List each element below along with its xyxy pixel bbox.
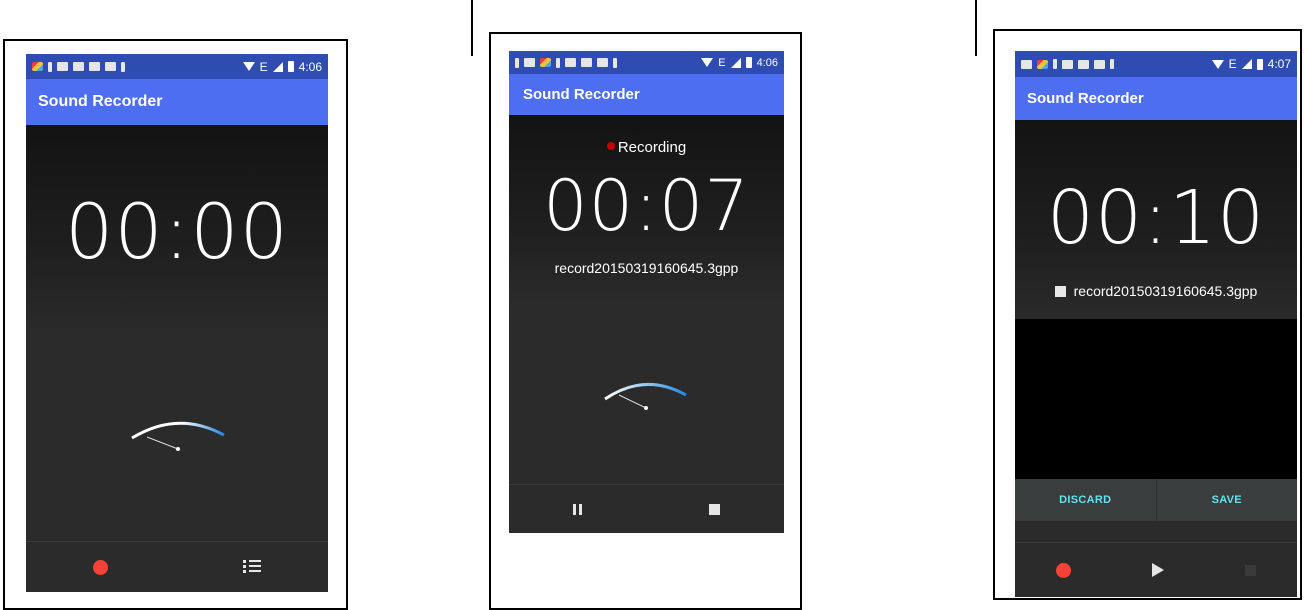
gmail-icon	[1078, 59, 1089, 69]
app-bar: Sound Recorder	[26, 79, 328, 125]
status-time: 4:06	[756, 56, 778, 69]
action-row: DISCARD SAVE	[1015, 479, 1297, 521]
empty-area	[1015, 319, 1297, 479]
record-button[interactable]	[1055, 562, 1071, 578]
usb-icon	[1053, 59, 1057, 69]
connector-line	[471, 0, 473, 56]
image-notification-icon	[1021, 59, 1032, 69]
status-notification-icons	[32, 61, 125, 72]
battery-icon	[287, 61, 294, 72]
level-meter	[131, 421, 225, 451]
message-icon	[1094, 59, 1105, 69]
discard-button[interactable]: DISCARD	[1015, 479, 1156, 521]
connector-line	[975, 0, 977, 56]
status-time: 4:07	[1267, 57, 1291, 71]
message-icon	[597, 58, 608, 67]
status-bar: E 4:06	[26, 54, 328, 79]
bottom-controls	[26, 541, 328, 592]
photos-notification-icon	[540, 58, 551, 67]
status-notification-icons	[1021, 59, 1114, 69]
timer-display: 00:07	[543, 165, 750, 247]
app-title: Sound Recorder	[523, 86, 640, 103]
screen2-frame: E 4:06 Sound Recorder Recording 00:07 re…	[489, 32, 802, 610]
recording-status-label: Recording	[617, 139, 687, 156]
wifi-icon	[242, 62, 255, 71]
recording-status: Recording	[509, 139, 784, 156]
status-time: 4:06	[298, 59, 322, 74]
app-bar: Sound Recorder	[1015, 77, 1297, 120]
network-type: E	[1228, 57, 1237, 71]
battery-icon	[1256, 58, 1263, 70]
app-title: Sound Recorder	[38, 93, 163, 110]
recording-indicator-icon	[606, 142, 615, 151]
status-system-icons: E 4:07	[1211, 57, 1291, 71]
timer-panel: 00:00	[26, 125, 328, 328]
screen3-phone: E 4:07 Sound Recorder 00:10 record201503…	[1015, 51, 1297, 597]
level-meter-pivot	[176, 447, 180, 451]
stop-button[interactable]	[1245, 564, 1257, 576]
stop-button[interactable]	[709, 503, 721, 515]
network-type: E	[718, 56, 726, 69]
timer-display: 00:10	[1046, 175, 1266, 261]
signal-icon	[730, 57, 741, 68]
level-meter-needle	[146, 436, 179, 450]
record-button[interactable]	[93, 559, 109, 575]
photos-notification-icon	[32, 62, 43, 71]
android-debug-icon	[121, 61, 125, 72]
recording-filename: record20150319160645.3gpp	[554, 260, 739, 276]
gmail-icon	[89, 62, 100, 71]
battery-saver-icon	[57, 62, 68, 71]
usb-icon	[48, 61, 52, 72]
save-button[interactable]: SAVE	[1157, 479, 1298, 521]
wifi-icon	[701, 58, 714, 67]
usb-icon	[556, 57, 560, 68]
signal-icon	[1241, 59, 1252, 69]
message-icon	[105, 62, 116, 71]
status-bar: E 4:06	[509, 51, 784, 74]
gmail-icon	[581, 58, 592, 67]
download-icon	[515, 57, 519, 68]
bottom-controls	[509, 484, 784, 533]
bottom-controls	[1015, 542, 1297, 597]
stop-square-icon	[1054, 285, 1066, 297]
status-bar: E 4:07	[1015, 51, 1297, 77]
status-system-icons: E 4:06	[242, 59, 322, 74]
battery-saver-icon	[565, 58, 576, 67]
recordings-list-button[interactable]	[242, 560, 261, 574]
level-meter-pivot	[644, 406, 648, 410]
screen1-frame: E 4:06 Sound Recorder 00:00	[3, 39, 348, 610]
recording-filename: record20150319160645.3gpp	[1073, 283, 1258, 299]
timer-panel: 00:10 record20150319160645.3gpp	[1015, 120, 1297, 319]
screen2-phone: E 4:06 Sound Recorder Recording 00:07 re…	[509, 51, 784, 533]
status-notification-icons	[515, 57, 617, 68]
level-meter-arc	[131, 421, 225, 440]
battery-icon	[745, 57, 752, 68]
screen1-phone: E 4:06 Sound Recorder 00:00	[26, 54, 328, 592]
image-notification-icon	[524, 58, 535, 67]
level-meter-arc	[604, 383, 687, 401]
level-meter	[604, 383, 687, 410]
photos-notification-icon	[1037, 59, 1048, 69]
level-meter-needle	[618, 394, 647, 409]
battery-saver-icon	[1062, 59, 1073, 69]
signal-icon	[272, 61, 283, 72]
timer-display: 00:00	[64, 187, 290, 276]
network-type: E	[259, 59, 268, 74]
android-debug-icon	[613, 57, 617, 68]
status-system-icons: E 4:06	[701, 57, 778, 69]
app-title: Sound Recorder	[1027, 90, 1144, 107]
android-debug-icon	[1110, 59, 1114, 69]
play-button[interactable]	[1151, 563, 1164, 577]
app-bar: Sound Recorder	[509, 74, 784, 115]
pause-button[interactable]	[572, 503, 582, 515]
timer-panel: Recording 00:07 record20150319160645.3gp…	[509, 115, 784, 299]
wifi-icon	[1211, 59, 1224, 69]
image-notification-icon	[73, 62, 84, 71]
screen3-frame: E 4:07 Sound Recorder 00:10 record201503…	[993, 29, 1302, 600]
recording-filename-row: record20150319160645.3gpp	[1015, 283, 1297, 299]
